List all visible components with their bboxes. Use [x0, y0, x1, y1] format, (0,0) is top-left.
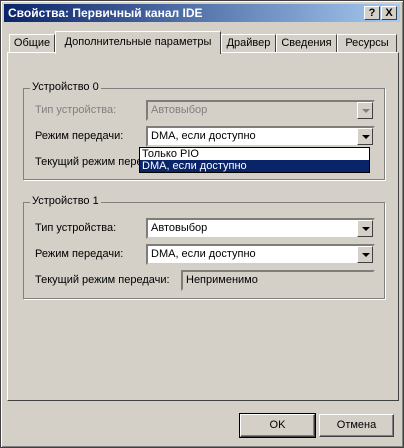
- device1-type-value: Автовыбор: [151, 222, 208, 234]
- device1-mode-select[interactable]: DMA, если доступно: [146, 244, 375, 265]
- tab-details[interactable]: Сведения: [276, 34, 337, 53]
- device1-current-value: Неприменимо: [181, 270, 375, 291]
- tab-strip: Общие Дополнительные параметры Драйвер С…: [7, 31, 399, 54]
- chevron-down-icon: [357, 102, 373, 119]
- tab-driver-label: Драйвер: [226, 37, 271, 49]
- tab-resources-label: Ресурсы: [345, 37, 389, 49]
- window-title: Свойства: Первичный канал IDE: [8, 6, 203, 20]
- device1-mode-label: Режим передачи:: [35, 248, 124, 260]
- device1-type-select[interactable]: Автовыбор: [146, 218, 375, 239]
- dropdown-option-pio[interactable]: Только PIO: [140, 148, 369, 160]
- tab-advanced-label: Дополнительные параметры: [64, 36, 212, 48]
- title-bar[interactable]: Свойства: Первичный канал IDE ? X: [4, 4, 400, 22]
- chevron-down-icon[interactable]: [357, 128, 373, 145]
- chevron-down-icon[interactable]: [357, 220, 373, 237]
- tab-panel: Устройство 0 Тип устройства: Автовыбор Р…: [7, 52, 399, 401]
- tab-resources[interactable]: Ресурсы: [337, 34, 397, 53]
- device0-mode-value: DMA, если доступно: [151, 130, 256, 142]
- device1-group: Устройство 1 Тип устройства: Автовыбор Р…: [23, 195, 385, 299]
- tab-advanced[interactable]: Дополнительные параметры: [55, 31, 221, 54]
- device1-type-label: Тип устройства:: [35, 222, 117, 234]
- tab-details-label: Сведения: [281, 37, 332, 49]
- properties-dialog: Свойства: Первичный канал IDE ? X Общие …: [0, 0, 404, 448]
- device0-type-select: Автовыбор: [146, 100, 375, 121]
- tab-driver[interactable]: Драйвер: [221, 34, 276, 53]
- device0-mode-label: Режим передачи:: [35, 130, 124, 142]
- help-button[interactable]: ?: [364, 6, 380, 20]
- device1-mode-value: DMA, если доступно: [151, 248, 256, 260]
- device0-mode-dropdown-list: Только PIO DMA, если доступно: [139, 147, 370, 173]
- device0-type-label: Тип устройства:: [35, 104, 117, 116]
- device1-legend: Устройство 1: [30, 195, 101, 207]
- device0-mode-select[interactable]: DMA, если доступно: [146, 126, 375, 147]
- device1-current-label: Текущий режим передачи:: [35, 274, 170, 286]
- device1-current-text: Неприменимо: [186, 274, 258, 286]
- close-button[interactable]: X: [381, 6, 397, 20]
- chevron-down-icon[interactable]: [357, 246, 373, 263]
- device0-legend: Устройство 0: [30, 81, 101, 93]
- tab-general[interactable]: Общие: [9, 34, 55, 53]
- cancel-button[interactable]: Отмена: [319, 414, 394, 437]
- ok-button[interactable]: OK: [239, 413, 316, 438]
- device0-type-value: Автовыбор: [151, 104, 208, 116]
- tab-general-label: Общие: [13, 37, 51, 49]
- dropdown-option-dma[interactable]: DMA, если доступно: [140, 160, 369, 172]
